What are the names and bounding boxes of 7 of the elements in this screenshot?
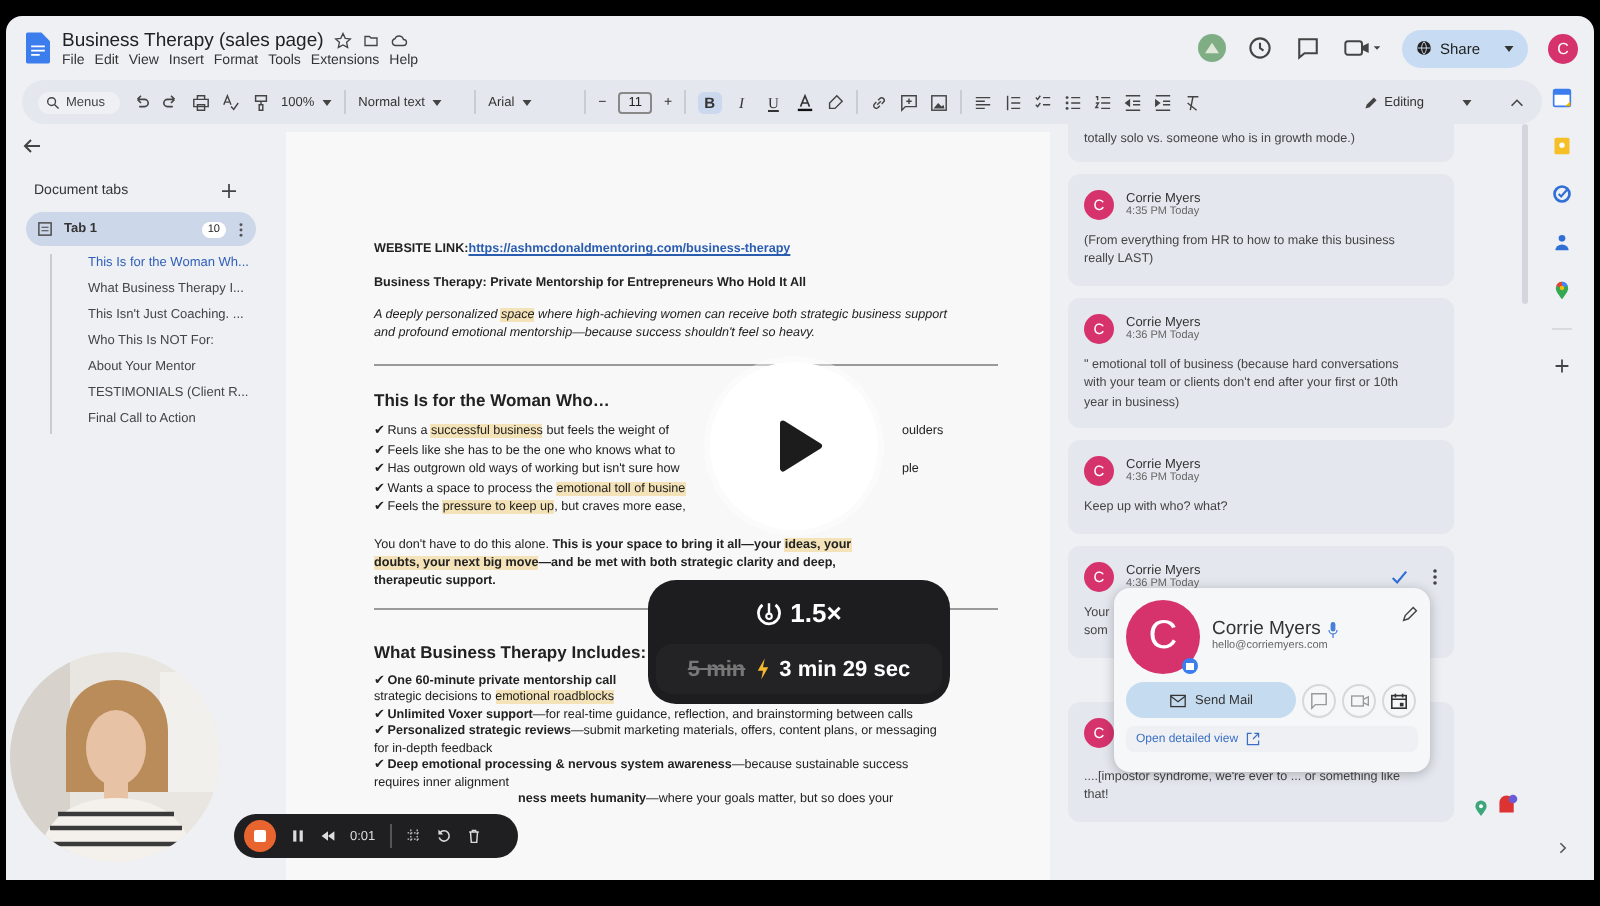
section-heading: What Business Therapy Includes:: [374, 641, 647, 664]
profile-name: Corrie Myers: [1212, 618, 1321, 640]
new-duration: 3 min 29 sec: [779, 657, 911, 681]
speed-rate: 1.5×: [790, 597, 842, 627]
section-heading: This Is for the Woman Who…: [374, 390, 610, 413]
profile-avatar: C: [1126, 600, 1200, 674]
original-duration: 5 min: [687, 657, 746, 681]
